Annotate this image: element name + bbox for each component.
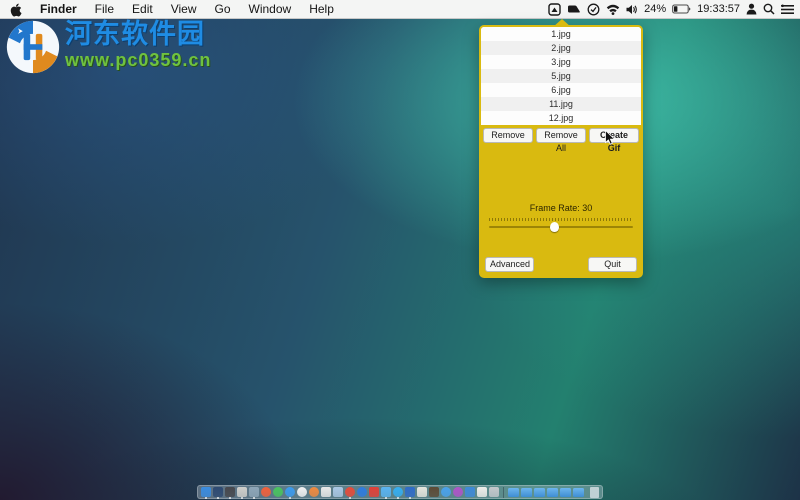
remove-all-button[interactable]: Remove All bbox=[536, 128, 586, 153]
dock-app-photos-app[interactable] bbox=[297, 487, 307, 497]
menu-bar: Finder File Edit View Go Window Help 24% 19:33… bbox=[0, 0, 800, 19]
menu-window[interactable]: Window bbox=[249, 0, 292, 19]
file-row[interactable]: 5.jpg bbox=[481, 69, 641, 83]
file-row[interactable]: 1.jpg bbox=[481, 27, 641, 41]
user-icon[interactable] bbox=[746, 1, 757, 17]
menu-finder[interactable]: Finder bbox=[40, 0, 77, 19]
menu-edit[interactable]: Edit bbox=[132, 0, 153, 19]
frame-file-list[interactable]: 1.jpg 2.jpg 3.jpg 5.jpg 6.jpg 11.jpg 12.jpg bbox=[481, 27, 641, 125]
app-menus: Finder File Edit View Go Window Help bbox=[40, 0, 334, 19]
menu-bar-status: 24% 19:33:57 bbox=[548, 0, 794, 18]
file-row[interactable]: 6.jpg bbox=[481, 83, 641, 97]
dock-app-finder[interactable] bbox=[201, 487, 211, 499]
watermark-text: 河东软件园 www.pc0359.cn bbox=[65, 19, 211, 75]
site-logo-icon bbox=[6, 20, 60, 74]
quit-button[interactable]: Quit bbox=[588, 257, 637, 272]
dock-folder[interactable] bbox=[521, 487, 532, 497]
file-row[interactable]: 2.jpg bbox=[481, 41, 641, 55]
dock-app-dark-gray-app[interactable] bbox=[225, 487, 235, 499]
dock-app-white-app[interactable] bbox=[321, 487, 331, 497]
dock-app-green-circle-app[interactable] bbox=[273, 487, 283, 497]
dock-app-orange-circle-app[interactable] bbox=[261, 487, 271, 497]
dock-app-red-app[interactable] bbox=[369, 487, 379, 497]
notification-list-icon[interactable] bbox=[781, 1, 794, 17]
battery-icon[interactable] bbox=[672, 1, 691, 17]
apple-icon bbox=[10, 3, 22, 17]
dock-app-twitter-app[interactable] bbox=[381, 487, 391, 499]
frame-actions: Remove Remove All Create Gif bbox=[481, 125, 641, 153]
advanced-button[interactable]: Advanced bbox=[485, 257, 534, 272]
popover-arrow bbox=[553, 19, 571, 27]
mouse-cursor bbox=[605, 130, 616, 145]
dock-app-notes-app[interactable] bbox=[417, 487, 427, 497]
menu-file[interactable]: File bbox=[95, 0, 114, 19]
remove-button[interactable]: Remove bbox=[483, 128, 533, 143]
frame-rate-label: Frame Rate: 30 bbox=[529, 203, 593, 213]
gif-app-popover: 1.jpg 2.jpg 3.jpg 5.jpg 6.jpg 11.jpg 12.jpg Re… bbox=[479, 19, 643, 278]
volume-icon[interactable] bbox=[626, 1, 638, 17]
dock-folder[interactable] bbox=[534, 487, 545, 497]
popover-footer: Advanced Quit bbox=[481, 257, 641, 276]
dock-app-chrome[interactable] bbox=[345, 487, 355, 499]
check-circle-icon[interactable] bbox=[587, 1, 600, 17]
dock-folder[interactable] bbox=[508, 487, 519, 497]
file-row[interactable]: 11.jpg bbox=[481, 97, 641, 111]
battery-percent: 24% bbox=[644, 3, 667, 15]
dock-folder[interactable] bbox=[560, 487, 571, 497]
dock-app-safari[interactable] bbox=[285, 487, 295, 499]
dock-app-calendar-app[interactable] bbox=[477, 487, 487, 497]
clock[interactable]: 19:33:57 bbox=[697, 3, 740, 15]
dock-separator bbox=[503, 486, 504, 498]
dock-app-blue-pencil-app[interactable] bbox=[465, 487, 475, 497]
dock-app-blue-gem-app[interactable] bbox=[441, 487, 451, 497]
slider-track[interactable] bbox=[489, 226, 633, 228]
popover-body bbox=[481, 146, 641, 203]
gif-app-icon[interactable] bbox=[548, 1, 561, 17]
file-row[interactable]: 12.jpg bbox=[481, 111, 641, 125]
wifi-icon[interactable] bbox=[606, 1, 620, 17]
camera-icon[interactable] bbox=[567, 1, 581, 17]
dock-app-purple-circle-app[interactable] bbox=[453, 487, 463, 497]
dock-app-skype[interactable] bbox=[393, 487, 403, 499]
dock-app-gray-tool-app[interactable] bbox=[489, 487, 499, 497]
menu-help[interactable]: Help bbox=[309, 0, 334, 19]
watermark: 河东软件园 www.pc0359.cn bbox=[5, 19, 211, 75]
dock-app-dark-brown-app[interactable] bbox=[429, 487, 439, 497]
dock-app-itunes-app[interactable] bbox=[309, 487, 319, 497]
slider-thumb[interactable] bbox=[549, 222, 559, 232]
menu-view[interactable]: View bbox=[171, 0, 197, 19]
search-icon[interactable] bbox=[763, 1, 775, 17]
menu-bar-left: Finder File Edit View Go Window Help bbox=[10, 0, 334, 18]
dock-app-mail-app[interactable] bbox=[249, 487, 259, 499]
dock-app-blue-globe-app[interactable] bbox=[357, 487, 367, 497]
file-row[interactable]: 3.jpg bbox=[481, 55, 641, 69]
slider-ticks bbox=[489, 218, 633, 221]
dock-app-light-gray-app[interactable] bbox=[237, 487, 247, 499]
dock-folder[interactable] bbox=[547, 487, 558, 497]
dock-trash-icon[interactable] bbox=[590, 486, 599, 498]
dock-app-photos-dark-app[interactable] bbox=[213, 487, 223, 499]
site-name: 河东软件园 bbox=[65, 19, 205, 49]
dock-app-blue-square-app[interactable] bbox=[405, 487, 415, 499]
dock-folder[interactable] bbox=[573, 487, 584, 497]
dock[interactable] bbox=[197, 485, 603, 499]
apple-menu[interactable] bbox=[10, 1, 22, 17]
frame-rate-slider[interactable] bbox=[489, 217, 633, 235]
menu-go[interactable]: Go bbox=[215, 0, 231, 19]
dock-app-small-blue-app[interactable] bbox=[333, 487, 343, 497]
site-url: www.pc0359.cn bbox=[65, 50, 212, 70]
